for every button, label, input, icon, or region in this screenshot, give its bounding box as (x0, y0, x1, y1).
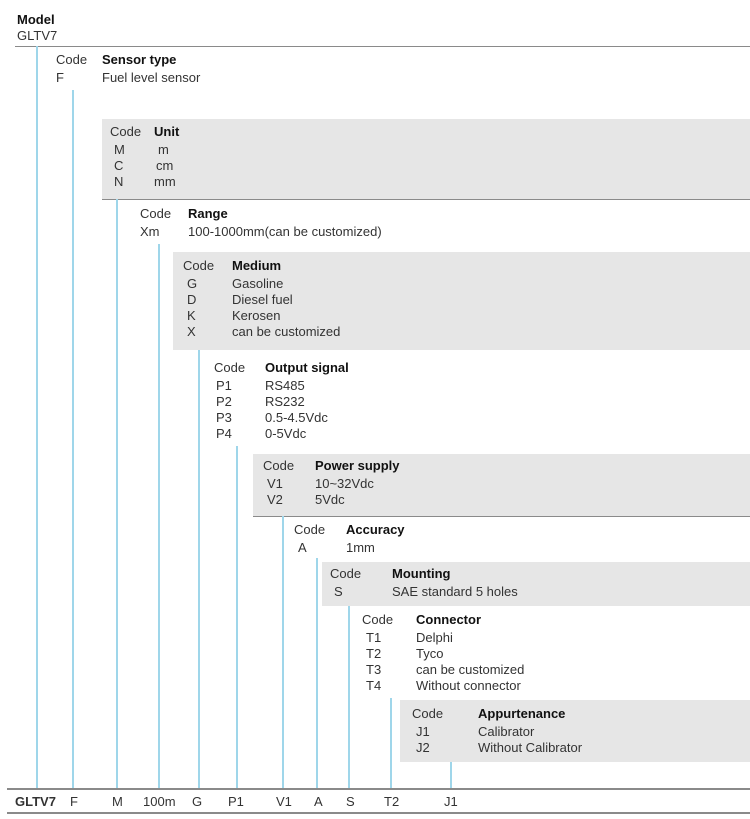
output-r0v: RS485 (265, 378, 305, 394)
connector-r3c: T4 (366, 678, 381, 694)
unit-r0v: m (158, 142, 169, 158)
output-r1c: P2 (216, 394, 232, 410)
output-r3v: 0-5Vdc (265, 426, 306, 442)
band-mounting (322, 562, 750, 606)
appurt-r0v: Calibrator (478, 724, 534, 740)
vline-output (236, 446, 238, 788)
example-bar-bot (7, 812, 750, 814)
ex-model: GLTV7 (15, 794, 56, 810)
connector-r2c: T3 (366, 662, 381, 678)
sensor-code-h: Code (56, 52, 87, 68)
mounting-header: Mounting (392, 566, 450, 582)
band-unit (102, 119, 750, 199)
range-r0v: 100-1000mm(can be customized) (188, 224, 382, 240)
sensor-row0-c: F (56, 70, 64, 86)
power-header: Power supply (315, 458, 400, 474)
vline-mounting (348, 606, 350, 788)
sep (253, 516, 750, 517)
medium-r3c: X (187, 324, 196, 340)
ex-output: P1 (228, 794, 244, 810)
accuracy-code-h: Code (294, 522, 325, 538)
medium-header: Medium (232, 258, 281, 274)
ex-medium: G (192, 794, 202, 810)
output-r1v: RS232 (265, 394, 305, 410)
mounting-r0c: S (334, 584, 343, 600)
power-r0c: V1 (267, 476, 283, 492)
appurt-r1c: J2 (416, 740, 430, 756)
ex-sensor: F (70, 794, 78, 810)
unit-header: Unit (154, 124, 179, 140)
medium-r1v: Diesel fuel (232, 292, 293, 308)
vline-model (36, 46, 38, 788)
unit-code-h: Code (110, 124, 141, 140)
appurt-code-h: Code (412, 706, 443, 722)
mounting-r0v: SAE standard 5 holes (392, 584, 518, 600)
power-code-h: Code (263, 458, 294, 474)
sensor-row0-v: Fuel level sensor (102, 70, 200, 86)
mounting-code-h: Code (330, 566, 361, 582)
connector-r1c: T2 (366, 646, 381, 662)
power-r0v: 10~32Vdc (315, 476, 374, 492)
accuracy-header: Accuracy (346, 522, 405, 538)
connector-r3v: Without connector (416, 678, 521, 694)
output-r2c: P3 (216, 410, 232, 426)
vline-connector (390, 698, 392, 788)
vline-power (282, 516, 284, 788)
ex-appurt: J1 (444, 794, 458, 810)
medium-code-h: Code (183, 258, 214, 274)
example-bar-top (7, 788, 750, 790)
output-r2v: 0.5-4.5Vdc (265, 410, 328, 426)
ex-mounting: S (346, 794, 355, 810)
range-code-h: Code (140, 206, 171, 222)
ex-connector: T2 (384, 794, 399, 810)
accuracy-r0c: A (298, 540, 307, 556)
vline-accuracy (316, 558, 318, 788)
unit-r0c: M (114, 142, 125, 158)
output-code-h: Code (214, 360, 245, 376)
model-header: Model (17, 12, 55, 28)
connector-header: Connector (416, 612, 481, 628)
ex-range: 100m (143, 794, 176, 810)
sep (102, 199, 750, 200)
unit-r2v: mm (154, 174, 176, 190)
ordering-diagram: Model GLTV7 Code Sensor type F Fuel leve… (0, 0, 750, 819)
output-header: Output signal (265, 360, 349, 376)
vline-medium (198, 350, 200, 788)
output-r0c: P1 (216, 378, 232, 394)
medium-r3v: can be customized (232, 324, 340, 340)
vline-appurt (450, 762, 452, 788)
ex-power: V1 (276, 794, 292, 810)
output-r3c: P4 (216, 426, 232, 442)
unit-r2c: N (114, 174, 123, 190)
ex-unit: M (112, 794, 123, 810)
medium-r0v: Gasoline (232, 276, 283, 292)
appurt-header: Appurtenance (478, 706, 565, 722)
unit-r1c: C (114, 158, 123, 174)
medium-r0c: G (187, 276, 197, 292)
range-header: Range (188, 206, 228, 222)
connector-r0c: T1 (366, 630, 381, 646)
appurt-r1v: Without Calibrator (478, 740, 582, 756)
vline-sensor (72, 90, 74, 788)
medium-r2v: Kerosen (232, 308, 280, 324)
appurt-r0c: J1 (416, 724, 430, 740)
vline-range (158, 244, 160, 788)
power-r1c: V2 (267, 492, 283, 508)
ex-accuracy: A (314, 794, 323, 810)
connector-code-h: Code (362, 612, 393, 628)
connector-r1v: Tyco (416, 646, 443, 662)
connector-r2v: can be customized (416, 662, 524, 678)
sep (15, 46, 750, 47)
sensor-header: Sensor type (102, 52, 176, 68)
accuracy-r0v: 1mm (346, 540, 375, 556)
vline-unit (116, 199, 118, 788)
power-r1v: 5Vdc (315, 492, 345, 508)
unit-r1v: cm (156, 158, 173, 174)
medium-r2c: K (187, 308, 196, 324)
medium-r1c: D (187, 292, 196, 308)
range-r0c: Xm (140, 224, 160, 240)
model-value: GLTV7 (17, 28, 57, 44)
connector-r0v: Delphi (416, 630, 453, 646)
